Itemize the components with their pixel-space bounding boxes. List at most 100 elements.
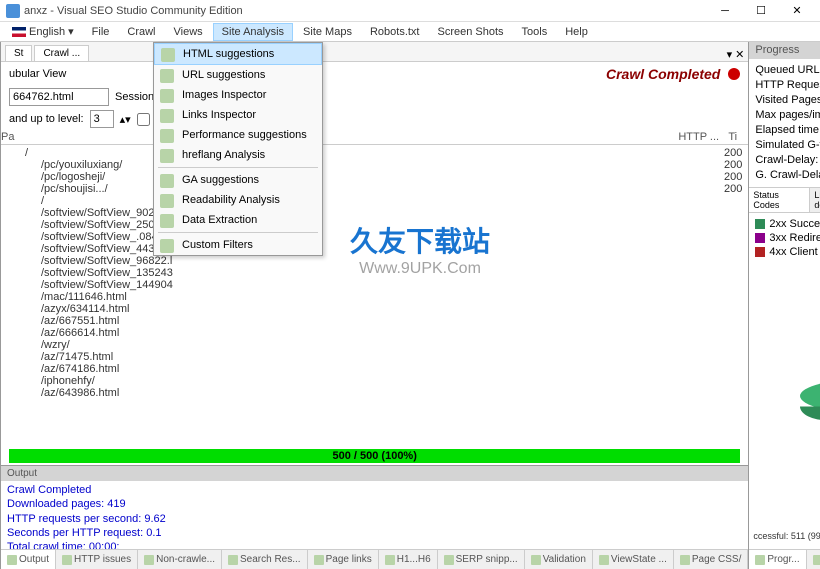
dd-hreflang[interactable]: hreflang Analysis [154, 145, 322, 165]
dd-readability[interactable]: Readability Analysis [154, 190, 322, 210]
tree-item[interactable]: /softview/SoftView_144904 [5, 279, 744, 291]
window-title: anxz - Visual SEO Studio Community Editi… [24, 5, 708, 17]
right-tab[interactable]: Progr... [749, 550, 806, 569]
tree-item[interactable]: /az/71475.html [5, 351, 744, 363]
tree-item[interactable]: /pc/shoujisi.../200 [5, 183, 744, 195]
url-input[interactable] [9, 88, 109, 106]
dd-data-extraction[interactable]: Data Extraction [154, 210, 322, 230]
menu-crawl[interactable]: Crawl [119, 24, 163, 40]
output-tab[interactable]: ViewState ... [593, 550, 674, 569]
title-bar: anxz - Visual SEO Studio Community Editi… [0, 0, 820, 22]
panel-controls[interactable]: ▾ ✕ [727, 48, 745, 61]
output-tab[interactable]: H1...H6 [379, 550, 438, 569]
flag-icon [12, 27, 26, 37]
perf-icon [160, 129, 174, 143]
level-input[interactable] [90, 110, 114, 128]
tab-crawl[interactable]: Crawl ... [34, 45, 89, 61]
progress-panel: Progress📌 Queued URLs:37716HTTP Requests… [749, 42, 820, 569]
menu-file[interactable]: File [84, 24, 118, 40]
dd-custom-filters[interactable]: Custom Filters [154, 235, 322, 255]
menu-robots[interactable]: Robots.txt [362, 24, 428, 40]
output-tab[interactable]: Non-crawle... [138, 550, 222, 569]
tree-root[interactable]: /200 [5, 147, 744, 159]
tree-item[interactable]: /iphonehfy/ [5, 375, 744, 387]
center-panel: St Crawl ... ▾ ✕ ubular View Crawl Compl… [1, 42, 749, 569]
site-analysis-dropdown: HTML suggestions URL suggestions Images … [153, 42, 323, 256]
menu-views[interactable]: Views [166, 24, 211, 40]
tree-item[interactable]: /softview/SoftView_.08493 [5, 231, 744, 243]
document-tabs: St Crawl ... ▾ ✕ [1, 42, 748, 62]
tree-item[interactable]: / [5, 195, 744, 207]
crawl-progress-bar: 500 / 500 (100%) [9, 449, 740, 463]
dd-url-suggestions[interactable]: URL suggestions [154, 65, 322, 85]
close-button[interactable]: ✕ [780, 1, 814, 21]
output-tabs: OutputHTTP issuesNon-crawle...Search Res… [1, 549, 748, 569]
links-icon [160, 109, 174, 123]
separator [158, 167, 318, 168]
output-tab[interactable]: SERP snipp... [438, 550, 525, 569]
menu-site-analysis[interactable]: Site Analysis [213, 23, 293, 41]
legend-item: 3xx Redirection: 2 (0.39%) [755, 231, 820, 245]
output-tab[interactable]: Page CSS/ [674, 550, 748, 569]
tree-item[interactable]: /az/667551.html [5, 315, 744, 327]
stat-tab[interactable]: Status Codes [749, 188, 810, 212]
output-tab[interactable]: HTTP issues [56, 550, 138, 569]
menu-site-maps[interactable]: Site Maps [295, 24, 360, 40]
level-label: and up to level: [9, 113, 84, 125]
tree-item[interactable]: /azyx/634114.html [5, 303, 744, 315]
tree-header: PaHTTP ...Ti [1, 130, 748, 145]
tree-item[interactable]: /pc/youxiluxiang/200 [5, 159, 744, 171]
stat-row: Queued URLs:37716 [755, 63, 820, 78]
maximize-button[interactable]: ☐ [744, 1, 778, 21]
pie-chart: ccessful: 511 (99.22%) 3xx Redirection: … [749, 263, 820, 549]
menu-help[interactable]: Help [557, 24, 596, 40]
dd-performance[interactable]: Performance suggestions [154, 125, 322, 145]
tree-item[interactable]: /softview/SoftView_135243 [5, 267, 744, 279]
filter-icon [160, 239, 174, 253]
stat-tab[interactable]: Link depth [810, 188, 820, 212]
extract-icon [160, 214, 174, 228]
output-tab[interactable]: Output [1, 550, 56, 569]
tree-item[interactable]: /mac/111646.html [5, 291, 744, 303]
html-icon [161, 48, 175, 62]
stat-row: HTTP Requests:516 [755, 78, 820, 93]
hreflang-icon [160, 149, 174, 163]
dd-links-inspector[interactable]: Links Inspector [154, 105, 322, 125]
minimize-button[interactable]: ─ [708, 1, 742, 21]
tree-item[interactable]: /pc/logosheji/200 [5, 171, 744, 183]
crawl-status: Crawl Completed [606, 66, 720, 82]
tabular-view-label: ubular View [9, 68, 66, 80]
url-tree[interactable]: /200 /pc/youxiluxiang/200/pc/logosheji/2… [1, 145, 748, 447]
dd-html-suggestions[interactable]: HTML suggestions [154, 43, 322, 65]
stat-row: Max pages/images Nr:500 [755, 108, 820, 123]
output-tab[interactable]: Page links [308, 550, 379, 569]
spinner-icon[interactable]: ▴▾ [120, 113, 131, 126]
tree-item[interactable]: /softview/SoftView_96822.l [5, 255, 744, 267]
show-progressive-checkbox[interactable] [137, 113, 150, 126]
output-panel: Output Crawl Completed Downloaded pages:… [1, 465, 748, 569]
status-indicator-icon [728, 68, 740, 80]
menu-tools[interactable]: Tools [514, 24, 556, 40]
menu-screenshots[interactable]: Screen Shots [430, 24, 512, 40]
output-tab[interactable]: Search Res... [222, 550, 308, 569]
tree-item[interactable]: /softview/SoftView_443807 [5, 243, 744, 255]
right-tab[interactable]: Session [807, 550, 820, 569]
tree-item[interactable]: /az/666614.html [5, 327, 744, 339]
read-icon [160, 194, 174, 208]
tree-item[interactable]: /softview/SoftView_250839 [5, 219, 744, 231]
menu-bar: English ▾ File Crawl Views Site Analysis… [0, 22, 820, 42]
tree-item[interactable]: /az/643986.html [5, 387, 744, 399]
output-tab[interactable]: Validation [525, 550, 593, 569]
dd-ga-suggestions[interactable]: GA suggestions [154, 170, 322, 190]
output-header: Output [1, 466, 748, 481]
tree-item[interactable]: /wzry/ [5, 339, 744, 351]
tree-item[interactable]: /softview/SoftView_90261.l [5, 207, 744, 219]
tab-st[interactable]: St [5, 45, 32, 61]
stat-row: Simulated G-time:1:14:47:46 [755, 138, 820, 153]
legend-item: 4xx Client Error: 2 (0.39%) [755, 245, 820, 259]
dd-images-inspector[interactable]: Images Inspector [154, 85, 322, 105]
tree-item[interactable]: /az/674186.html [5, 363, 744, 375]
stat-row: Crawl-Delay:00:00:00 [755, 153, 820, 168]
language-menu[interactable]: English ▾ [4, 23, 82, 40]
output-body[interactable]: Crawl Completed Downloaded pages: 419 HT… [1, 481, 748, 549]
